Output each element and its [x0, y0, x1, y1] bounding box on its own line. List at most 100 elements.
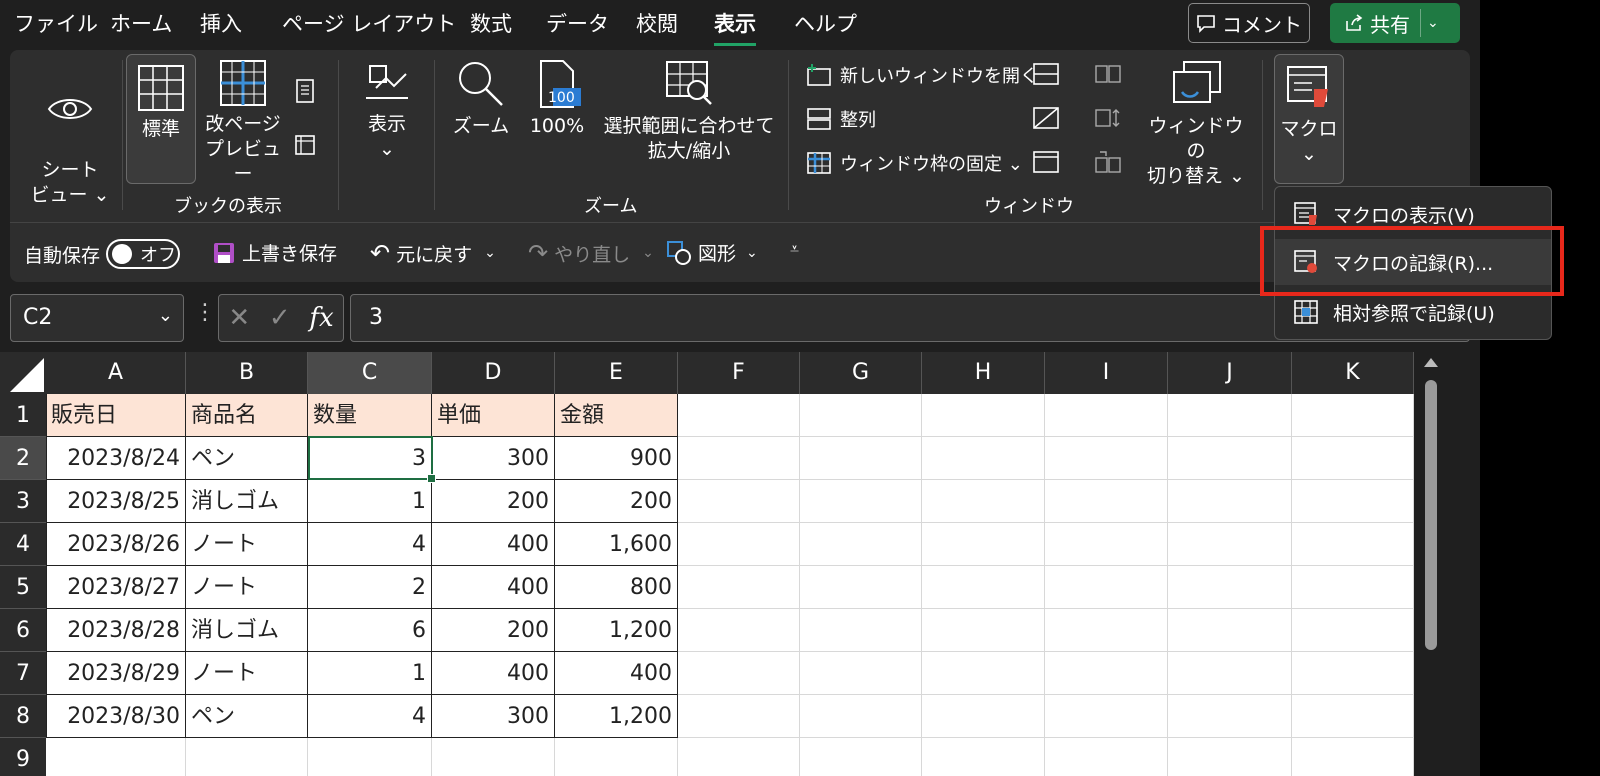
- grid-cell[interactable]: [678, 437, 800, 480]
- table-cell[interactable]: 消しゴム: [186, 480, 308, 523]
- grid-cell[interactable]: [1168, 566, 1292, 609]
- page-layout-icon[interactable]: [292, 78, 318, 108]
- table-cell[interactable]: 400: [432, 523, 555, 566]
- macros-button[interactable]: マクロ ⌄: [1274, 54, 1344, 184]
- column-header[interactable]: E: [555, 352, 678, 394]
- table-cell[interactable]: 2023/8/27: [46, 566, 186, 609]
- grid-cell[interactable]: [800, 566, 922, 609]
- grid-cell[interactable]: [1045, 738, 1168, 776]
- grid-cell[interactable]: [1045, 652, 1168, 695]
- row-header[interactable]: 7: [0, 652, 46, 695]
- grid-cell[interactable]: [800, 394, 922, 437]
- grid-cell[interactable]: [1292, 695, 1414, 738]
- insert-function-button[interactable]: fx: [309, 303, 333, 333]
- tab-data[interactable]: データ: [546, 8, 609, 38]
- tab-help[interactable]: ヘルプ: [794, 8, 857, 38]
- table-header-cell[interactable]: 単価: [432, 394, 555, 437]
- new-window-button[interactable]: 新しいウィンドウを開く: [806, 62, 1038, 88]
- grid-cell[interactable]: [1168, 523, 1292, 566]
- column-header[interactable]: A: [46, 352, 186, 394]
- tab-insert[interactable]: 挿入: [200, 8, 242, 38]
- row-header[interactable]: 4: [0, 523, 46, 566]
- scrollbar-thumb[interactable]: [1425, 380, 1437, 650]
- tab-home[interactable]: ホーム: [110, 8, 172, 38]
- undo-dropdown-icon[interactable]: ⌄: [484, 245, 496, 261]
- row-header[interactable]: 9: [0, 738, 46, 776]
- table-cell[interactable]: 2: [308, 566, 432, 609]
- table-cell[interactable]: 2023/8/29: [46, 652, 186, 695]
- row-header[interactable]: 5: [0, 566, 46, 609]
- grid-cell[interactable]: [1292, 480, 1414, 523]
- grid-cell[interactable]: [922, 394, 1045, 437]
- row-header[interactable]: 3: [0, 480, 46, 523]
- table-cell[interactable]: 200: [432, 480, 555, 523]
- shapes-dropdown-icon[interactable]: ⌄: [746, 245, 758, 261]
- row-header[interactable]: 2: [0, 437, 46, 480]
- grid-cell[interactable]: [186, 738, 308, 776]
- grid-cell[interactable]: [922, 437, 1045, 480]
- grid-cell[interactable]: [922, 738, 1045, 776]
- zoom-button[interactable]: ズーム: [450, 58, 512, 139]
- table-cell[interactable]: ノート: [186, 652, 308, 695]
- column-header[interactable]: H: [922, 352, 1045, 394]
- shapes-button[interactable]: 図形 ⌄: [666, 239, 758, 266]
- grid-cell[interactable]: [1045, 437, 1168, 480]
- grid-cell[interactable]: [1045, 566, 1168, 609]
- table-cell[interactable]: 800: [555, 566, 678, 609]
- grid-cell[interactable]: [555, 738, 678, 776]
- grid-cell[interactable]: [922, 566, 1045, 609]
- grid-cell[interactable]: [1292, 609, 1414, 652]
- split-icon[interactable]: [1032, 62, 1060, 90]
- grid-cell[interactable]: [922, 652, 1045, 695]
- vertical-scrollbar[interactable]: [1420, 352, 1442, 776]
- table-cell[interactable]: 1,200: [555, 695, 678, 738]
- grid-cell[interactable]: [1045, 609, 1168, 652]
- column-header[interactable]: F: [678, 352, 800, 394]
- customize-qat-button[interactable]: ⩡: [790, 239, 799, 259]
- row-header[interactable]: 1: [0, 394, 46, 437]
- tab-review[interactable]: 校閲: [636, 8, 678, 38]
- redo-button[interactable]: ↷ やり直し ⌄: [528, 239, 654, 267]
- formula-bar-resize-handle[interactable]: ⋮: [194, 300, 216, 325]
- grid-cell[interactable]: [1045, 695, 1168, 738]
- active-cell-cursor[interactable]: [308, 436, 436, 483]
- table-cell[interactable]: 4: [308, 695, 432, 738]
- grid-cell[interactable]: [922, 523, 1045, 566]
- zoom-to-selection-button[interactable]: 選択範囲に合わせて 拡大/縮小: [596, 58, 782, 164]
- grid-cell[interactable]: [308, 738, 432, 776]
- table-cell[interactable]: 1,600: [555, 523, 678, 566]
- sync-scroll-icon[interactable]: [1094, 106, 1122, 134]
- table-cell[interactable]: 1,200: [555, 609, 678, 652]
- table-cell[interactable]: 200: [432, 609, 555, 652]
- table-header-cell[interactable]: 数量: [308, 394, 432, 437]
- grid-cell[interactable]: [1168, 609, 1292, 652]
- tab-formulas[interactable]: 数式: [470, 8, 512, 38]
- table-header-cell[interactable]: 金額: [555, 394, 678, 437]
- column-header[interactable]: K: [1292, 352, 1414, 394]
- grid-cell[interactable]: [678, 695, 800, 738]
- grid-cell[interactable]: [800, 695, 922, 738]
- unhide-window-icon[interactable]: [1032, 150, 1060, 178]
- cancel-icon[interactable]: ✕: [228, 303, 250, 333]
- table-cell[interactable]: 4: [308, 523, 432, 566]
- tab-file[interactable]: ファイル: [14, 8, 98, 38]
- grid-cell[interactable]: [678, 652, 800, 695]
- table-cell[interactable]: 1: [308, 652, 432, 695]
- table-cell[interactable]: 400: [432, 566, 555, 609]
- tab-page-layout[interactable]: ページ レイアウト: [282, 8, 456, 38]
- table-header-cell[interactable]: 販売日: [46, 394, 186, 437]
- table-cell[interactable]: 2023/8/26: [46, 523, 186, 566]
- comment-button[interactable]: コメント: [1188, 3, 1310, 43]
- hide-window-icon[interactable]: [1032, 106, 1060, 134]
- autosave-toggle[interactable]: オフ: [106, 239, 181, 269]
- select-all-button[interactable]: [0, 352, 46, 394]
- column-header[interactable]: B: [186, 352, 308, 394]
- table-cell[interactable]: 2023/8/30: [46, 695, 186, 738]
- grid-cell[interactable]: [800, 652, 922, 695]
- freeze-panes-button[interactable]: ウィンドウ枠の固定 ⌄: [806, 150, 1023, 176]
- show-button[interactable]: 表示 ⌄: [350, 58, 424, 162]
- switch-windows-button[interactable]: ウィンドウの 切り替え ⌄: [1140, 58, 1252, 189]
- grid-cell[interactable]: [432, 738, 555, 776]
- custom-view-icon[interactable]: [292, 132, 318, 162]
- grid-cell[interactable]: [1045, 480, 1168, 523]
